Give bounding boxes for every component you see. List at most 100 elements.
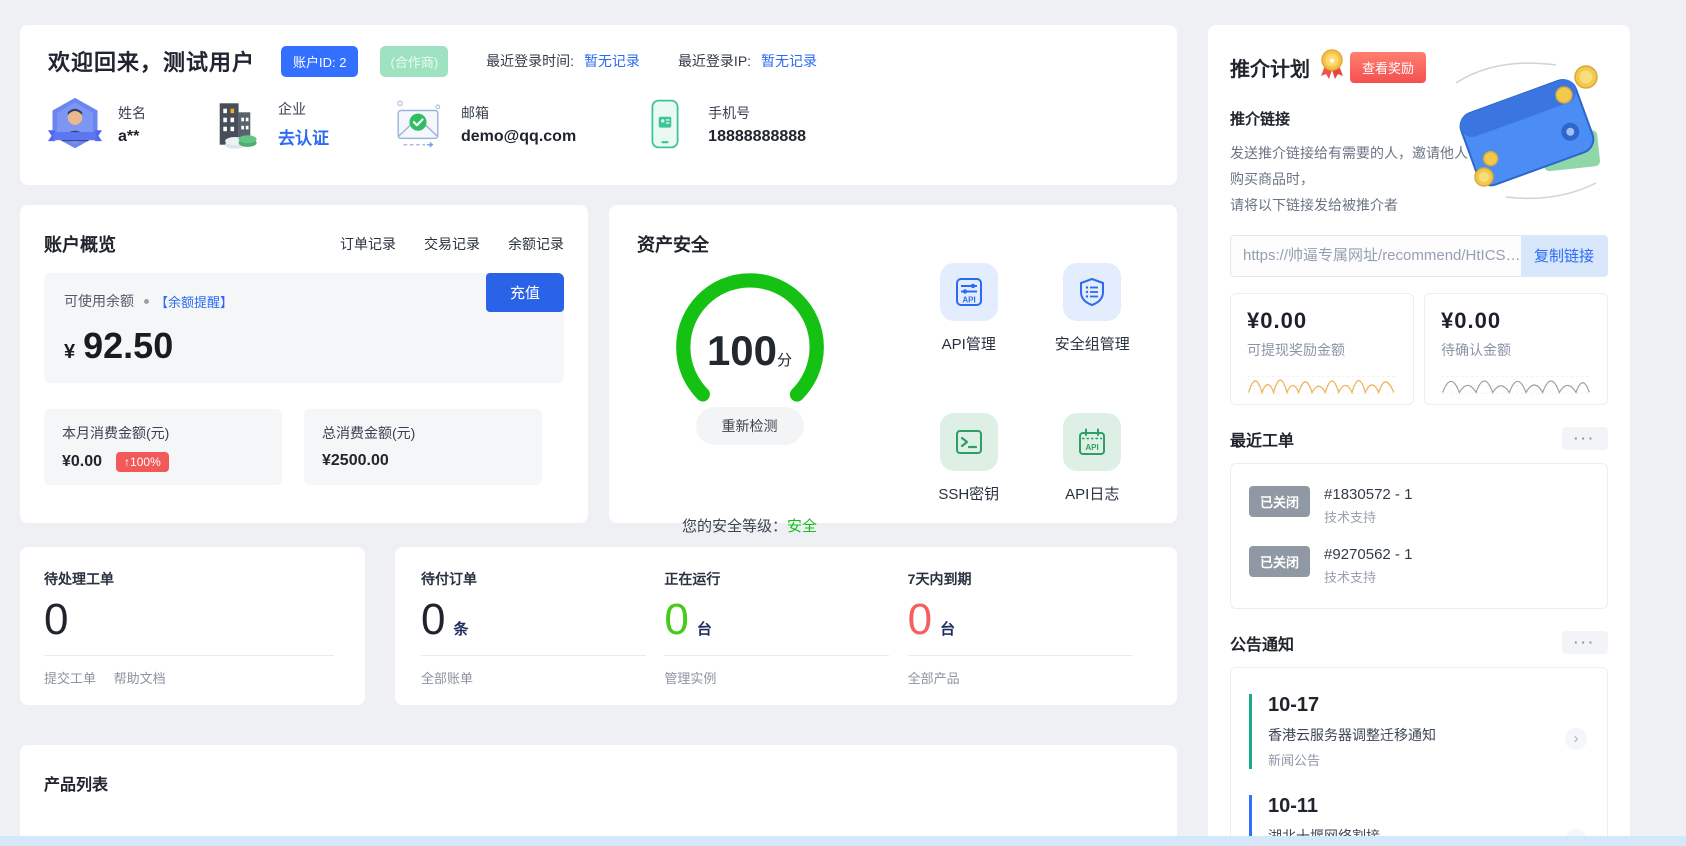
mail-icon: [391, 95, 445, 153]
welcome-card: 欢迎回来，测试用户 账户ID: 2 (合作商) 最近登录时间: 暂无记录 最近登…: [20, 25, 1177, 185]
api-log-icon: API: [1063, 413, 1121, 471]
partner-badge: (合作商): [380, 46, 448, 77]
referral-card: 推介计划 ★ 查看奖励: [1208, 25, 1630, 846]
announcements-more-button[interactable]: ···: [1562, 631, 1608, 654]
product-list-card: 产品列表: [20, 745, 1177, 846]
profile-email-label: 邮箱: [461, 103, 576, 123]
total-spend-box: 总消费金额(元) ¥2500.00: [304, 409, 542, 485]
product-list-title: 产品列表: [44, 771, 1153, 795]
last-login-time-value: 暂无记录: [584, 53, 640, 69]
divider: [421, 655, 646, 656]
pending-amount-label: 待确认金额: [1441, 340, 1591, 360]
announcement-category: 新闻公告: [1268, 750, 1589, 769]
month-spend-value: ¥0.00: [62, 453, 102, 471]
avatar-icon: [48, 95, 102, 153]
recent-tickets-more-button[interactable]: ···: [1562, 427, 1608, 450]
recheck-button[interactable]: 重新检测: [696, 407, 804, 445]
expiring-value: 0: [908, 595, 932, 644]
expiring-col: 7天内到期 0台 全部产品: [908, 569, 1151, 683]
shortcut-api-log[interactable]: API API日志: [1046, 413, 1140, 537]
total-spend-value: ¥2500.00: [322, 452, 389, 470]
balance-amount: ¥92.50: [64, 325, 544, 367]
shortcut-ssh-key-label: SSH密钥: [922, 483, 1016, 504]
gray-sparkline: [1441, 366, 1591, 396]
unpaid-orders-value: 0: [421, 595, 445, 644]
profile-email-value: demo@qq.com: [461, 128, 576, 146]
pending-amount-card: ¥0.00 待确认金额: [1424, 293, 1608, 405]
divider: [664, 655, 889, 656]
running-unit: 台: [697, 621, 712, 638]
balance-box: 可使用余额 【余额提醒】 充值 ¥92.50: [44, 273, 564, 383]
profile-item-phone: 手机号 18888888888: [638, 95, 806, 153]
account-overview-card: 账户概览 订单记录 交易记录 余额记录 可使用余额 【余额提醒】 充值: [20, 205, 588, 523]
balance-currency: ¥: [64, 341, 75, 363]
expiring-label: 7天内到期: [908, 569, 1151, 589]
last-login-time: 最近登录时间: 暂无记录: [486, 51, 640, 71]
shortcut-security-group[interactable]: 安全组管理: [1046, 263, 1140, 387]
account-overview-title: 账户概览: [44, 231, 116, 257]
ticket-number: #9270562 - 1: [1324, 546, 1412, 563]
recharge-button[interactable]: 充值: [486, 273, 564, 312]
dashboard-page: 欢迎回来，测试用户 账户ID: 2 (合作商) 最近登录时间: 暂无记录 最近登…: [0, 0, 1686, 846]
bottom-strip: [0, 836, 1686, 846]
svg-text:API: API: [1086, 443, 1099, 452]
running-value: 0: [664, 595, 688, 644]
all-bills-link[interactable]: 全部账单: [421, 671, 473, 686]
unpaid-orders-unit: 条: [453, 621, 468, 638]
api-manage-icon: API: [940, 263, 998, 321]
shortcut-api-manage[interactable]: API API管理: [922, 263, 1016, 387]
ssh-key-icon: [940, 413, 998, 471]
recent-tickets-title: 最近工单: [1230, 427, 1294, 451]
shortcut-api-manage-label: API管理: [922, 333, 1016, 354]
divider: [44, 655, 334, 656]
referral-title: 推介计划: [1230, 53, 1310, 82]
building-icon: [208, 95, 262, 153]
all-products-link[interactable]: 全部产品: [908, 671, 960, 686]
view-rewards-button[interactable]: 查看奖励: [1350, 52, 1426, 83]
expiring-unit: 台: [940, 621, 955, 638]
profile-name-value: a**: [118, 128, 146, 146]
security-level-label: 您的安全等级：: [682, 518, 787, 535]
tab-balance-records[interactable]: 余额记录: [508, 234, 564, 254]
submit-ticket-link[interactable]: 提交工单: [44, 671, 96, 686]
asset-security-title: 资产安全: [637, 231, 1149, 257]
help-docs-link[interactable]: 帮助文档: [114, 671, 166, 686]
month-spend-box: 本月消费金额(元) ¥0.00 ↑100%: [44, 409, 282, 485]
copy-link-button[interactable]: 复制链接: [1521, 236, 1607, 276]
profile-phone-label: 手机号: [708, 103, 806, 123]
ticket-row[interactable]: 已关闭 #1830572 - 1 技术支持: [1249, 486, 1589, 526]
announcement-title: 香港云服务器调整迁移通知: [1268, 725, 1589, 745]
profile-item-name: 姓名 a**: [48, 95, 146, 153]
orange-sparkline: [1247, 366, 1397, 396]
tab-order-records[interactable]: 订单记录: [340, 234, 396, 254]
balance-alert-link[interactable]: 【余额提醒】: [155, 292, 233, 311]
total-spend-label: 总消费金额(元): [322, 423, 524, 443]
shortcut-ssh-key[interactable]: SSH密钥: [922, 413, 1016, 537]
ticket-number: #1830572 - 1: [1324, 486, 1412, 503]
profile-item-enterprise: 企业 去认证: [208, 95, 329, 153]
verify-link[interactable]: 去认证: [278, 124, 329, 149]
announcements-box: 10-17 香港云服务器调整迁移通知 新闻公告 › 10-11 湖北十堰网络割接…: [1230, 667, 1608, 846]
manage-instances-link[interactable]: 管理实例: [664, 671, 716, 686]
last-login-ip-label: 最近登录IP:: [678, 53, 751, 69]
main-column: 欢迎回来，测试用户 账户ID: 2 (合作商) 最近登录时间: 暂无记录 最近登…: [20, 25, 1177, 846]
announcement-row[interactable]: 10-17 香港云服务器调整迁移通知 新闻公告 ›: [1249, 694, 1589, 769]
referral-url-input[interactable]: https://帅逼专属网址/recommend/HtICS…: [1231, 236, 1521, 276]
balance-value: 92.50: [83, 325, 173, 366]
ticket-row[interactable]: 已关闭 #9270562 - 1 技术支持: [1249, 546, 1589, 586]
recent-tickets-box: 已关闭 #1830572 - 1 技术支持 已关闭 #9270562 - 1 技…: [1230, 463, 1608, 609]
last-login-ip: 最近登录IP: 暂无记录: [678, 51, 817, 71]
pending-tickets-card: 待处理工单 0 提交工单 帮助文档: [20, 547, 365, 705]
chevron-right-icon[interactable]: ›: [1565, 728, 1587, 750]
divider: [908, 655, 1133, 656]
profile-row: 姓名 a**: [48, 95, 1149, 153]
tab-transaction-records[interactable]: 交易记录: [424, 234, 480, 254]
withdrawable-amount: ¥0.00: [1247, 308, 1397, 334]
pending-tickets-label: 待处理工单: [44, 569, 341, 589]
unpaid-orders-col: 待付订单 0条 全部账单: [421, 569, 664, 683]
medal-icon: ★: [1318, 49, 1346, 86]
pending-tickets-value: 0: [44, 595, 68, 644]
shortcut-api-log-label: API日志: [1046, 483, 1140, 504]
announcement-date: 10-17: [1268, 694, 1589, 717]
running-col: 正在运行 0台 管理实例: [664, 569, 907, 683]
